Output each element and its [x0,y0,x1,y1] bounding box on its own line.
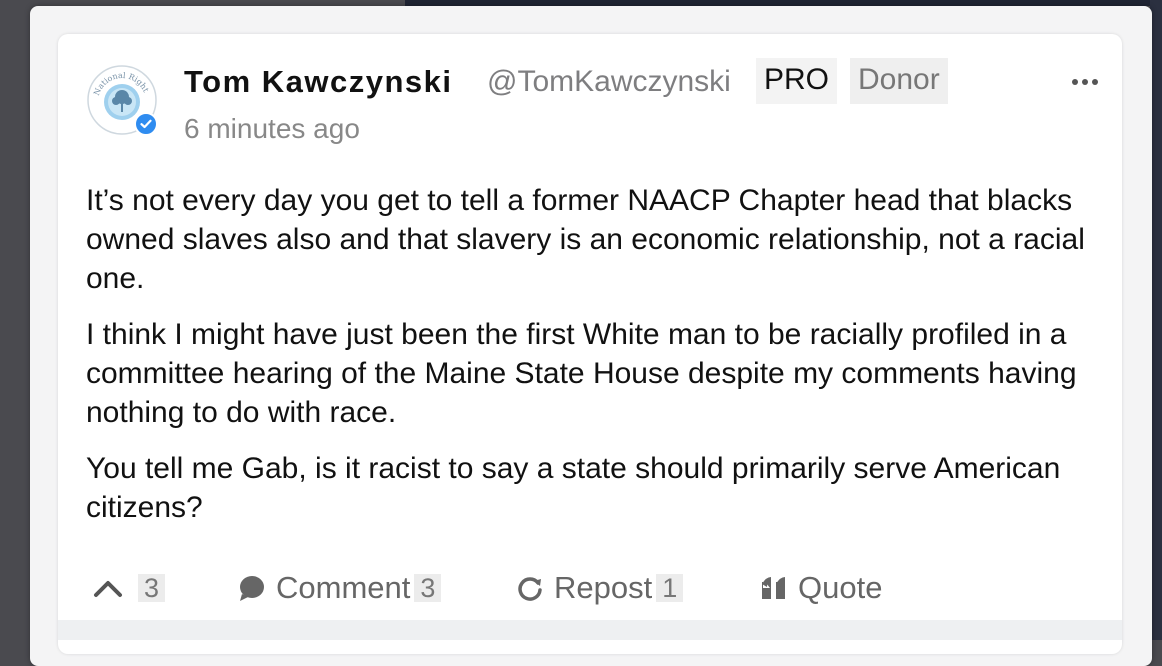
ellipsis-icon [1072,79,1098,85]
post-body: It’s not every day you get to tell a for… [86,181,1096,544]
chevron-up-icon [92,578,124,598]
pro-badge: PRO [756,58,838,104]
quote-icon [760,575,788,601]
repost-button[interactable]: Repost 1 [516,566,684,610]
quote-label: Quote [798,570,883,605]
donor-badge: Donor [850,58,948,104]
post-actions: 3 Comment 3 Repost 1 Quote [86,566,1086,610]
post-paragraph: It’s not every day you get to tell a for… [86,184,1085,295]
post-timestamp[interactable]: 6 minutes ago [184,113,360,145]
author-name[interactable]: Tom Kawczynski [184,64,453,100]
comment-button[interactable]: Comment 3 [238,566,442,610]
more-options-button[interactable] [1068,68,1102,96]
quote-button[interactable]: Quote [760,566,882,610]
upvote-button[interactable]: 3 [92,566,166,610]
post-paragraph: I think I might have just been the first… [86,318,1077,429]
comment-label: Comment [276,570,411,605]
verified-check-icon [134,112,158,136]
speech-bubble-icon [238,574,266,602]
author-handle[interactable]: @TomKawczynski [487,65,731,99]
post-paragraph: You tell me Gab, is it racist to say a s… [86,452,1061,524]
repost-count: 1 [656,574,684,602]
upvote-count: 3 [138,574,166,602]
comment-count: 3 [414,574,442,602]
refresh-icon [516,574,544,602]
comment-area-edge [58,620,1122,640]
repost-label: Repost [554,570,653,605]
